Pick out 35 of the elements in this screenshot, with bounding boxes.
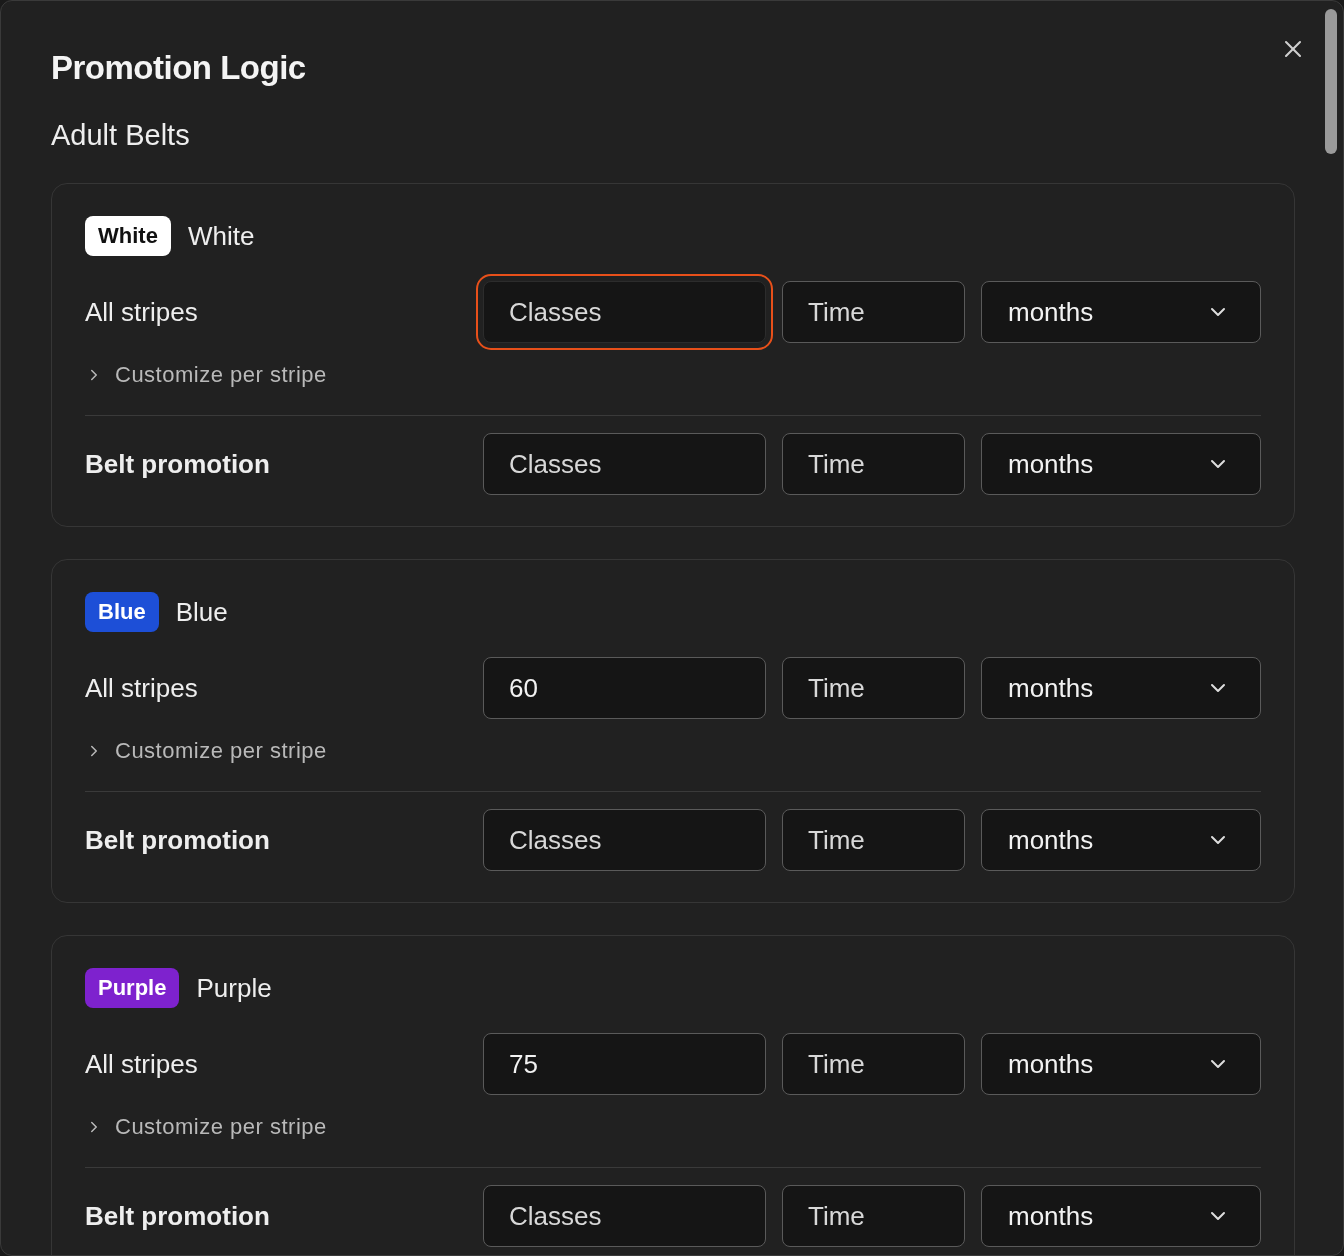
unit-select[interactable]: months bbox=[981, 809, 1261, 871]
belt-name: Purple bbox=[196, 972, 272, 1004]
customize-toggle[interactable]: Customize per stripe bbox=[85, 739, 327, 763]
row-label: All stripes bbox=[85, 672, 199, 704]
time-input[interactable]: Time bbox=[782, 281, 965, 343]
row-label: Belt promotion bbox=[85, 824, 271, 856]
count-input[interactable]: Classes bbox=[483, 809, 766, 871]
row-label: All stripes bbox=[85, 1048, 199, 1080]
customize-toggle[interactable]: Customize per stripe bbox=[85, 363, 327, 387]
time-input[interactable]: Time bbox=[782, 809, 965, 871]
belt-name: White bbox=[187, 220, 255, 252]
unit-select[interactable]: months bbox=[981, 433, 1261, 495]
unit-select[interactable]: months bbox=[981, 1185, 1261, 1247]
count-input[interactable]: 60 bbox=[483, 657, 766, 719]
unit-select[interactable]: months bbox=[981, 1033, 1261, 1095]
scrollbar-thumb[interactable] bbox=[1325, 9, 1337, 154]
row-label: Belt promotion bbox=[85, 448, 271, 480]
belt-name: Blue bbox=[175, 596, 228, 628]
time-input[interactable]: Time bbox=[782, 1033, 965, 1095]
unit-select[interactable]: months bbox=[981, 281, 1261, 343]
belt-badge: White bbox=[85, 216, 171, 256]
unit-select[interactable]: months bbox=[981, 657, 1261, 719]
time-input[interactable]: Time bbox=[782, 1185, 965, 1247]
time-input[interactable]: Time bbox=[782, 433, 965, 495]
count-input[interactable]: Classes bbox=[483, 1185, 766, 1247]
row-label: All stripes bbox=[85, 296, 199, 328]
row-label: Belt promotion bbox=[85, 1200, 271, 1232]
dialog-title: Promotion Logic bbox=[51, 48, 307, 88]
customize-toggle[interactable]: Customize per stripe bbox=[85, 1115, 327, 1139]
count-input[interactable]: Classes bbox=[483, 433, 766, 495]
count-input[interactable]: 75 bbox=[483, 1033, 766, 1095]
belt-badge: Purple bbox=[85, 968, 180, 1008]
time-input[interactable]: Time bbox=[782, 657, 965, 719]
section-title: Adult Belts bbox=[51, 118, 191, 153]
belt-badge: Blue bbox=[85, 592, 159, 632]
